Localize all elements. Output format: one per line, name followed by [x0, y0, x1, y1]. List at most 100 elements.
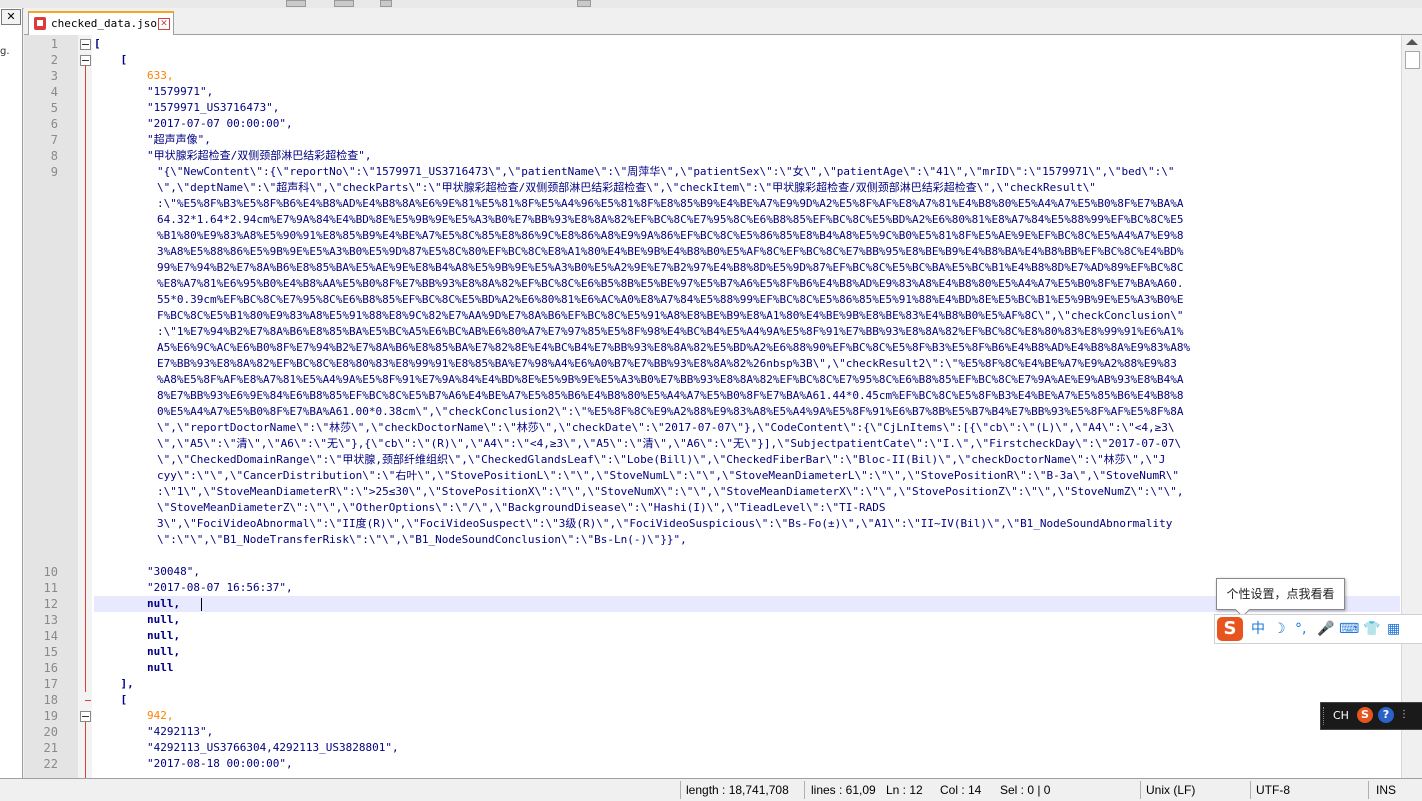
wrapped-text-line: 55*0.39cm%EF%BC%8C%E7%95%8C%E6%B8%85%EF%… — [157, 293, 1184, 306]
toolbar-button[interactable] — [286, 0, 306, 7]
wrapped-text-line: :\"1\",\"StoveMeanDiameterR\":\">25≤30\"… — [157, 485, 1184, 498]
sogou-icon[interactable]: S — [1357, 707, 1373, 723]
code-line: "1579971_US3716473", — [94, 101, 280, 114]
keyboard-icon[interactable]: ⌨ — [1339, 619, 1359, 639]
line-number: 13 — [43, 613, 58, 627]
status-line: Ln : 12 — [886, 783, 923, 797]
status-bar: length : 18,741,708 lines : 61,09 Ln : 1… — [0, 778, 1422, 801]
tab-label: checked_data.json — [51, 17, 164, 30]
fold-guide — [85, 65, 86, 692]
code-line: "4292113", — [94, 725, 214, 738]
code-line: "30048", — [94, 565, 200, 578]
wrapped-text-line: %B1%80%E9%83%A8%E5%90%91%E8%85%B9%E4%BE%… — [157, 229, 1184, 242]
wrapped-text-line: 3\",\"FociVideoAbnormal\":\"II度(R)\",\"F… — [157, 517, 1173, 530]
side-panel: ✕ g. — [0, 8, 23, 778]
wrapped-text-line: :\"%E5%8F%B3%E5%8F%B6%E4%B8%AD%E4%B8%8A%… — [157, 197, 1184, 210]
ime-tooltip: 个性设置，点我看看 — [1216, 578, 1345, 610]
line-number: 17 — [43, 677, 58, 691]
wrapped-text-line: \",\"reportDoctorName\":\"林莎\",\"checkDo… — [157, 421, 1175, 434]
wrapped-text-line: %E8%A7%81%E6%95%B0%E4%B8%AA%E5%B0%8F%E7%… — [157, 277, 1184, 290]
wrapped-text-line: %A8%E5%8F%AF%E8%A7%81%E5%A4%9A%E5%8F%91%… — [157, 373, 1184, 386]
line-number: 5 — [50, 101, 58, 115]
tab-checked-data-json[interactable]: checked_data.json ✕ — [28, 11, 174, 35]
status-selection: Sel : 0 | 0 — [1000, 783, 1051, 797]
code-line: [ — [94, 693, 128, 706]
wrapped-text-line: \",\"A5\":\"清\",\"A6\":\"无\"},{\"cb\":\"… — [157, 437, 1182, 450]
line-number: 18 — [43, 693, 58, 707]
line-number: 4 — [50, 85, 58, 99]
wrapped-text-line: F%BC%8C%E5%B1%80%E9%83%A8%E5%91%88%E8%9C… — [157, 309, 1184, 322]
code-line: null, — [94, 629, 181, 642]
wrapped-text-line: :\"1%E7%94%B2%E7%8A%B6%E8%85%BA%E5%BC%A5… — [157, 325, 1184, 338]
language-bar[interactable]: CH S ? ⋮ — [1320, 702, 1422, 730]
wrapped-text-line: 8%E7%BB%93%E6%9E%84%E6%B8%85%EF%BC%8C%E5… — [157, 389, 1184, 402]
moon-icon[interactable]: ☽ — [1273, 619, 1286, 639]
line-number: 6 — [50, 117, 58, 131]
line-number: 1 — [50, 37, 58, 51]
code-line: ], — [94, 677, 134, 690]
wrapped-text-line: 99%E7%94%B2%E7%8A%B6%E8%85%BA%E5%AE%9E%E… — [157, 261, 1184, 274]
fold-toggle-icon[interactable] — [80, 711, 91, 722]
line-number: 7 — [50, 133, 58, 147]
microphone-icon[interactable]: 🎤 — [1317, 619, 1334, 639]
code-line: "1579971", — [94, 85, 214, 98]
tab-close-icon[interactable]: ✕ — [158, 18, 170, 30]
fold-toggle-icon[interactable] — [80, 39, 91, 50]
panel-close-button[interactable]: ✕ — [1, 9, 21, 25]
toolbox-icon[interactable]: ▦ — [1387, 619, 1400, 639]
file-icon — [34, 17, 46, 30]
toolbar-button[interactable] — [380, 0, 392, 7]
line-number: 11 — [43, 581, 58, 595]
text-caret — [201, 598, 202, 611]
code-line: "甲状腺彩超检查/双侧颈部淋巴结彩超检查", — [94, 149, 372, 162]
code-line: "4292113_US3766304,4292113_US3828801", — [94, 741, 399, 754]
line-number: 20 — [43, 725, 58, 739]
code-line: null — [94, 661, 174, 674]
wrapped-text-line: \":\"\",\"B1_NodeTransferRisk\":\"\",\"B… — [157, 533, 687, 546]
line-number: 2 — [50, 53, 58, 67]
status-insert-mode: INS — [1376, 783, 1397, 797]
line-number: 16 — [43, 661, 58, 675]
line-number: 21 — [43, 741, 58, 755]
line-number: 10 — [43, 565, 58, 579]
vertical-scrollbar[interactable] — [1401, 35, 1422, 778]
wrapped-text-line: \"StoveMeanDiameterZ\":\"\",\"OtherOptio… — [157, 501, 886, 514]
code-line: null, — [94, 597, 181, 610]
toolbar-button[interactable] — [577, 0, 591, 7]
wrapped-text-line: cyy\":\"\",\"CancerDistribution\":\"右叶\"… — [157, 469, 1180, 482]
ime-toolbar[interactable]: S 中 ☽ °, 🎤 ⌨ 👕 ▦ — [1214, 614, 1422, 644]
language-indicator[interactable]: CH — [1333, 709, 1349, 722]
wrapped-text-line: "{\"NewContent\":{\"reportNo\":\"1579971… — [157, 165, 1175, 178]
code-editor[interactable]: 1 [2 [3 633, 4 "1579971", 5 "1579971_US3716… — [24, 35, 1422, 778]
punctuation-icon[interactable]: °, — [1295, 619, 1306, 639]
code-line: "2017-08-07 16:56:37", — [94, 581, 293, 594]
line-number: 12 — [43, 597, 58, 611]
line-number: 15 — [43, 645, 58, 659]
status-column: Col : 14 — [940, 783, 982, 797]
wrapped-text-line: \",\"CheckedDomainRange\":\"甲状腺,颈部纤维组织\"… — [157, 453, 1166, 466]
scroll-thumb[interactable] — [1405, 51, 1420, 69]
status-encoding: UTF-8 — [1256, 783, 1290, 797]
scroll-up-icon[interactable] — [1406, 39, 1418, 45]
wrapped-text-line: 0%E5%A4%A7%E5%B0%8F%E7%BA%A61.00*0.38cm\… — [157, 405, 1184, 418]
skin-icon[interactable]: 👕 — [1363, 619, 1380, 639]
code-line: null, — [94, 613, 181, 626]
grip-handle[interactable] — [1323, 707, 1327, 725]
code-line: 942, — [94, 709, 174, 722]
wrapped-text-line: \",\"deptName\":\"超声科\",\"checkParts\":\… — [157, 181, 1096, 194]
tab-bar: checked_data.json ✕ — [24, 8, 1422, 35]
sogou-logo-icon[interactable]: S — [1217, 617, 1243, 641]
fold-end-marker — [85, 700, 91, 701]
status-eol: Unix (LF) — [1146, 783, 1196, 797]
wrapped-text-line: E7%BB%93%E8%8A%82%EF%BC%8C%E8%80%83%E8%9… — [157, 357, 1177, 370]
line-number: 22 — [43, 757, 58, 771]
code-line: 633, — [94, 69, 174, 82]
code-line: [ — [94, 37, 101, 50]
help-icon[interactable]: ? — [1378, 707, 1394, 723]
code-line: [ — [94, 53, 128, 66]
toolbar-button[interactable] — [334, 0, 354, 7]
code-line: "2017-08-18 00:00:00", — [94, 757, 293, 770]
current-line-highlight — [94, 596, 1400, 612]
chinese-mode-icon[interactable]: 中 — [1251, 619, 1265, 639]
more-icon[interactable]: ⋮ — [1399, 709, 1409, 720]
